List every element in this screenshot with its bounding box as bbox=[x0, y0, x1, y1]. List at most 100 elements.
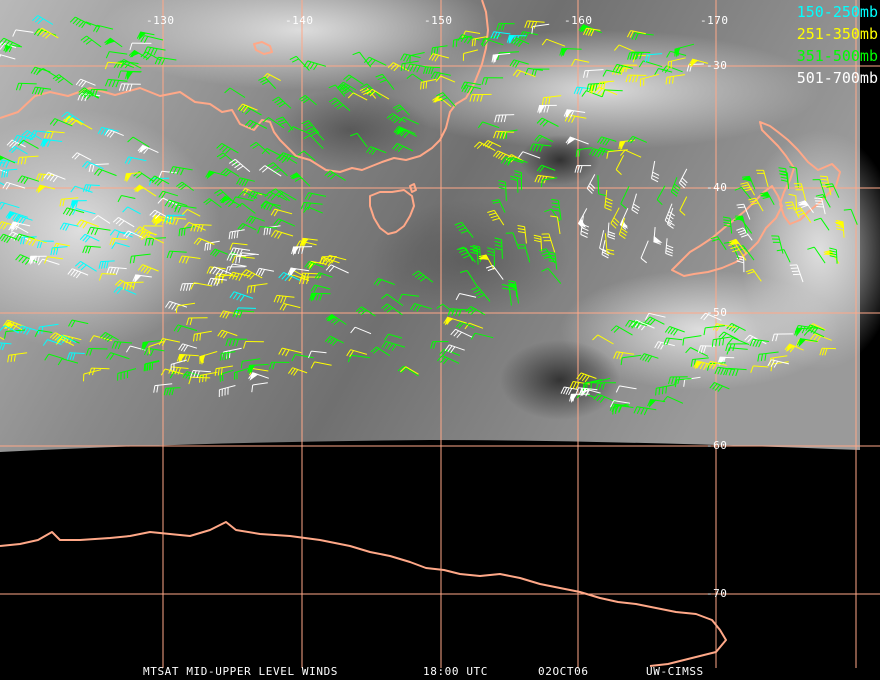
wind-barb bbox=[343, 74, 364, 85]
wind-barb bbox=[199, 351, 218, 366]
wind-barb bbox=[0, 54, 16, 60]
wind-barb bbox=[173, 324, 198, 333]
wind-barb bbox=[310, 361, 332, 369]
wind-barb bbox=[607, 222, 616, 240]
wind-barb bbox=[665, 74, 686, 85]
wind-barb bbox=[111, 242, 130, 250]
wind-barb bbox=[725, 367, 747, 377]
wind-barb bbox=[654, 68, 673, 76]
wind-barb bbox=[289, 172, 311, 187]
wind-barb bbox=[370, 346, 391, 357]
wind-barb bbox=[589, 148, 610, 158]
wind-barb bbox=[66, 352, 85, 361]
wind-barb bbox=[87, 226, 111, 236]
footer-credit: UW-CIMSS bbox=[646, 665, 704, 678]
wind-barb bbox=[631, 32, 654, 41]
wind-barb bbox=[679, 196, 688, 216]
wind-barb bbox=[148, 340, 165, 354]
wind-barb bbox=[592, 334, 614, 345]
wind-barb bbox=[501, 284, 512, 306]
wind-barb bbox=[639, 73, 660, 87]
wind-barb bbox=[75, 78, 96, 88]
wind-barb bbox=[444, 344, 465, 353]
wind-barb bbox=[163, 387, 181, 396]
wind-barb bbox=[43, 172, 66, 183]
wind-barb bbox=[104, 129, 124, 138]
wind-barb bbox=[647, 398, 666, 408]
wind-barb bbox=[324, 335, 344, 346]
wind-barb bbox=[83, 369, 102, 382]
wind-barb bbox=[237, 223, 257, 231]
wind-barb bbox=[17, 155, 39, 165]
wind-barb bbox=[68, 319, 89, 328]
wind-barb bbox=[412, 270, 434, 283]
coastlines bbox=[0, 0, 841, 667]
wind-barb bbox=[583, 69, 604, 78]
wind-barb bbox=[664, 203, 675, 226]
wind-barb bbox=[76, 219, 99, 229]
wind-barb bbox=[651, 160, 660, 183]
wind-barb bbox=[536, 164, 556, 173]
wind-barb bbox=[459, 270, 479, 288]
wind-barb bbox=[497, 51, 520, 61]
wind-barb bbox=[218, 385, 236, 398]
wind-barb bbox=[143, 347, 165, 357]
footer-time: 18:00 UTC bbox=[423, 665, 489, 678]
wind-barb bbox=[99, 331, 119, 342]
wind-barb bbox=[789, 264, 804, 283]
wind-barb bbox=[217, 329, 238, 339]
wind-barb bbox=[510, 175, 519, 193]
wind-barb bbox=[149, 209, 171, 220]
wind-barb bbox=[512, 69, 536, 78]
wind-barb bbox=[745, 268, 762, 282]
wind-barb bbox=[664, 326, 685, 336]
wind-barb bbox=[465, 306, 486, 316]
wind-barb bbox=[0, 201, 20, 210]
wind-barb bbox=[653, 227, 663, 245]
wind-barb bbox=[710, 236, 727, 251]
wind-barb bbox=[140, 35, 164, 43]
wind-barb bbox=[273, 294, 295, 304]
wind-barb bbox=[392, 104, 410, 116]
wind-barb bbox=[272, 96, 292, 109]
wind-barb bbox=[85, 348, 108, 356]
wind-barb bbox=[276, 116, 294, 131]
wind-barb bbox=[604, 189, 613, 211]
wind-barb bbox=[40, 138, 63, 148]
wind-barb bbox=[248, 372, 269, 381]
wind-barb bbox=[571, 58, 590, 66]
wind-barb bbox=[92, 215, 111, 224]
wind-barb bbox=[485, 265, 504, 280]
wind-barb bbox=[470, 332, 494, 340]
wind-barb bbox=[533, 234, 543, 252]
wind-barb bbox=[243, 341, 264, 349]
wind-barb bbox=[541, 267, 562, 284]
wind-barb bbox=[133, 184, 157, 197]
wind-barb bbox=[0, 155, 16, 164]
wind-barb bbox=[247, 363, 269, 375]
wind-barb bbox=[251, 382, 268, 393]
wind-barb bbox=[494, 237, 503, 259]
wind-barb bbox=[57, 358, 79, 366]
wind-barb bbox=[270, 208, 293, 217]
wind-barb bbox=[236, 177, 255, 187]
wind-barb bbox=[0, 159, 18, 168]
wind-barb bbox=[807, 246, 826, 264]
wind-barb bbox=[518, 151, 541, 159]
wind-barb bbox=[614, 44, 635, 53]
wind-barb bbox=[564, 114, 587, 123]
wind-barb bbox=[0, 336, 5, 341]
wind-barb bbox=[498, 180, 507, 202]
wind-barb bbox=[124, 156, 147, 165]
wind-barb bbox=[347, 354, 371, 363]
wind-barb bbox=[633, 406, 657, 416]
wind-barb bbox=[35, 173, 55, 182]
wind-barb bbox=[44, 353, 64, 361]
wind-barb bbox=[375, 73, 395, 91]
wind-barb bbox=[93, 24, 114, 33]
wind-barb bbox=[303, 134, 324, 150]
wind-barb bbox=[352, 51, 372, 68]
wind-barb bbox=[308, 350, 327, 358]
wind-barb bbox=[709, 382, 730, 392]
wind-barb bbox=[457, 34, 480, 44]
